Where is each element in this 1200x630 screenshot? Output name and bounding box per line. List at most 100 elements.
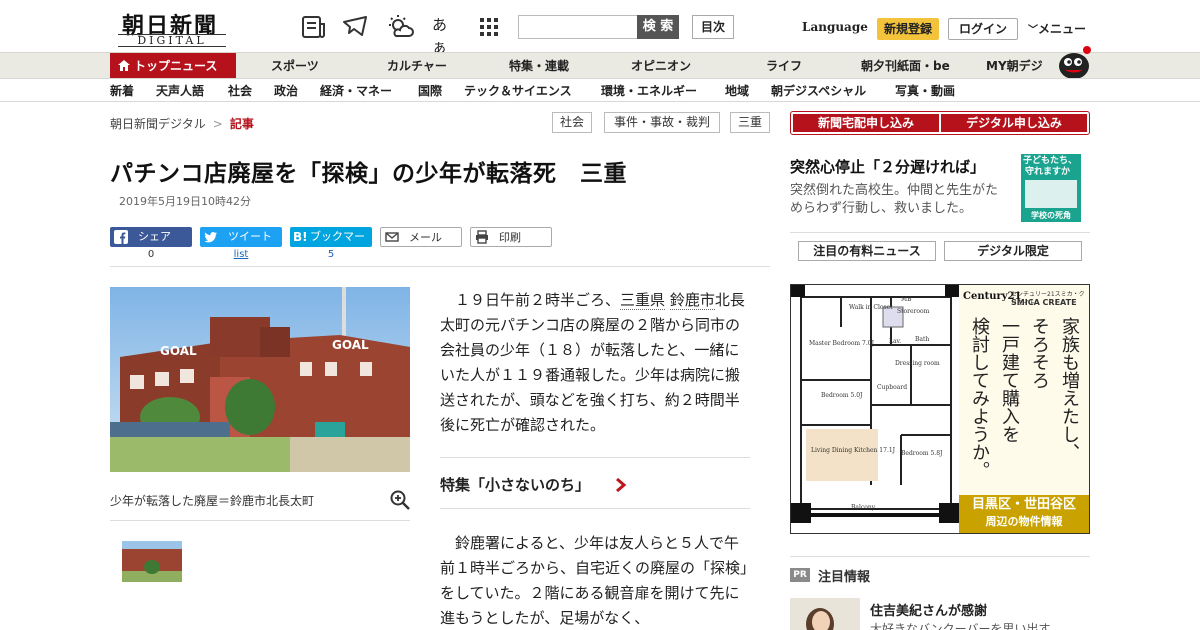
room-bedroom2: Bedroom 5.8J	[901, 450, 943, 457]
divider	[110, 520, 410, 521]
tweet-label: ツイート	[228, 230, 272, 243]
print-button[interactable]: 印刷	[470, 227, 552, 247]
nav-local[interactable]: 地域	[725, 79, 749, 103]
facebook-share-button[interactable]: シェア	[110, 227, 192, 247]
facebook-icon	[114, 230, 128, 244]
language-link[interactable]: Language	[802, 20, 868, 34]
breadcrumb-separator: >	[212, 117, 223, 131]
room-walkin: Walk in Closet	[849, 304, 893, 311]
text-size-icon[interactable]: あぁ	[432, 14, 460, 56]
paper-plane-icon[interactable]	[342, 14, 370, 40]
tag-incidents[interactable]: 事件・事故・裁判	[604, 112, 720, 133]
room-ldk: Living Dining Kitchen 17.1J	[811, 447, 896, 454]
zoom-icon[interactable]	[390, 490, 410, 510]
ad-banner[interactable]: Walk in Closet Storeroom Master Bedroom …	[790, 284, 1090, 534]
ad-copy-col3: 一戸建て購入を	[999, 317, 1020, 443]
subscribe-paper-button[interactable]: 新聞宅配申し込み	[793, 114, 939, 132]
divider	[440, 457, 750, 458]
ad-copy-col2: そろそろ	[1029, 317, 1050, 389]
room-bedroom1: Bedroom 5.0J	[821, 392, 863, 399]
divider	[110, 266, 770, 267]
nav-top-news[interactable]: トップニュース	[110, 53, 236, 79]
hatena-icon: B!	[293, 230, 308, 244]
nav-culture[interactable]: カルチャー	[387, 53, 447, 79]
nav-features[interactable]: 特集・連載	[509, 53, 569, 79]
divider	[440, 508, 750, 509]
photo-sign-right: GOAL	[332, 338, 369, 352]
mascot-icon[interactable]	[1056, 44, 1092, 80]
nav-special[interactable]: 朝デジスペシャル	[771, 79, 866, 103]
menu-label: メニュー	[1038, 22, 1087, 36]
print-label: 印刷	[499, 231, 521, 244]
arrow-right-icon[interactable]	[614, 478, 628, 492]
weather-icon[interactable]	[386, 14, 414, 40]
sidebar-news-title[interactable]: 突然心停止「２分遅ければ」	[790, 156, 985, 177]
article-photo[interactable]: GOAL GOAL	[110, 287, 410, 472]
pr-portrait-image	[790, 598, 860, 630]
ad-area: 目黒区・世田谷区	[971, 497, 1076, 512]
nav-my-asadigi[interactable]: MY朝デジ	[986, 53, 1043, 79]
article-date: 2019年5月19日10時42分	[119, 195, 251, 208]
nav-top-news-label: トップニュース	[134, 59, 218, 73]
breadcrumb: 朝日新聞デジタル > 記事	[110, 115, 254, 132]
nav-sports[interactable]: スポーツ	[271, 53, 319, 79]
room-cupboard: Cupboard	[877, 384, 907, 391]
room-dressing: Dressing room	[895, 360, 940, 367]
signup-button[interactable]: 新規登録	[877, 18, 939, 40]
login-button[interactable]: ログイン	[948, 18, 1018, 40]
tag-society[interactable]: 社会	[552, 112, 592, 133]
thumbnail-image	[122, 541, 182, 582]
room-lav: Lav.	[889, 338, 901, 345]
mail-label: メール	[409, 231, 442, 244]
ad-area-sub: 周辺の物件情報	[985, 515, 1063, 528]
grid-menu-icon[interactable]	[476, 14, 504, 40]
tweet-button[interactable]: ツイート	[200, 227, 282, 247]
room-balcony: Balcony	[851, 504, 876, 511]
breadcrumb-home[interactable]: 朝日新聞デジタル	[110, 117, 206, 131]
nav-photo-video[interactable]: 写真・動画	[895, 79, 955, 103]
room-storeroom: Storeroom	[897, 308, 930, 315]
pr-item-title[interactable]: 住吉美紀さんが感謝	[870, 600, 987, 619]
subscribe-digital-button[interactable]: デジタル申し込み	[941, 114, 1087, 132]
nav-world[interactable]: 国際	[418, 79, 442, 103]
keyword-link-mie[interactable]: 三重県	[620, 291, 666, 310]
facebook-share-label: シェア	[138, 230, 171, 243]
newspaper-icon[interactable]	[300, 14, 328, 40]
printer-icon	[476, 230, 488, 244]
tab-digital-only[interactable]: デジタル限定	[944, 241, 1082, 261]
article-paragraph-2: 鈴鹿署によると、少年は友人らと５人で午前１時半ごろから、自宅近くの廃屋の「探検」…	[440, 534, 748, 627]
nav-paper[interactable]: 朝夕刊紙面・be	[861, 53, 950, 79]
breadcrumb-current[interactable]: 記事	[230, 117, 254, 131]
index-button[interactable]: 目次	[692, 15, 734, 39]
nav-tenseijingo[interactable]: 天声人語	[156, 79, 204, 103]
sidebar-news-image[interactable]: 子どもたち、 守れますか 学校の死角	[1021, 154, 1081, 222]
room-mb: MB	[901, 296, 912, 303]
site-logo[interactable]: 朝日新聞 DIGITAL	[118, 8, 228, 48]
menu-button[interactable]: ﹀メニュー	[1028, 20, 1086, 37]
nav-politics[interactable]: 政治	[274, 79, 298, 103]
nav-tech-science[interactable]: テック＆サイエンス	[464, 79, 572, 103]
nav-life[interactable]: ライフ	[766, 53, 802, 79]
tag-mie[interactable]: 三重	[730, 112, 770, 133]
pr-section-title: 注目情報	[818, 570, 871, 585]
subscribe-box: 新聞宅配申し込み デジタル申し込み	[790, 111, 1090, 135]
nav-latest[interactable]: 新着	[110, 79, 134, 103]
mail-button[interactable]: メール	[380, 227, 462, 247]
keyword-link-suzuka[interactable]: 鈴鹿市	[669, 291, 715, 310]
article-title: パチンコ店廃屋を「探検」の少年が転落死 三重	[110, 161, 627, 187]
hatena-bookmark-button[interactable]: B! ブックマーク	[290, 227, 372, 263]
building-photo: GOAL GOAL	[110, 287, 410, 472]
news-image-line2: 守れますか	[1025, 167, 1071, 177]
photo-thumbnail[interactable]	[122, 541, 182, 582]
tweet-list-link[interactable]: list	[200, 249, 282, 260]
nav-environment[interactable]: 環境・エネルギー	[601, 79, 697, 103]
mail-icon	[385, 232, 399, 242]
feature-link[interactable]: 特集「小さないのち」	[440, 474, 590, 495]
nav-opinion[interactable]: オピニオン	[631, 53, 691, 79]
tab-paid-news[interactable]: 注目の有料ニュース	[798, 241, 936, 261]
search-input[interactable]	[518, 15, 638, 39]
search-button[interactable]: 検 索	[637, 15, 679, 39]
nav-society[interactable]: 社会	[228, 79, 252, 103]
pr-item-image[interactable]	[790, 598, 860, 630]
nav-economy[interactable]: 経済・マネー	[320, 79, 392, 103]
